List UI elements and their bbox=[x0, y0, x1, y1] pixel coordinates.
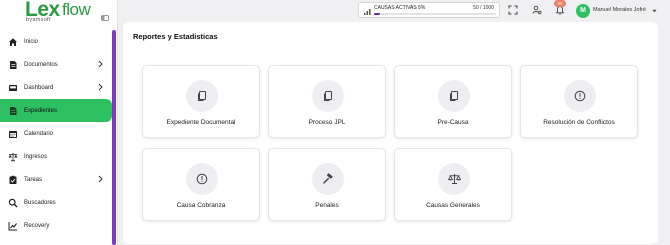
balance-scale-icon bbox=[8, 152, 18, 162]
sidebar-item-label: Recovery bbox=[24, 222, 50, 229]
sidebar-item-label: Inicio bbox=[24, 38, 39, 45]
caret-down-icon[interactable] bbox=[652, 9, 657, 13]
report-card-causas-generales[interactable]: Causas Generales bbox=[394, 148, 512, 221]
notifications-badge: 99 bbox=[554, 0, 566, 7]
sidebar-item-label: Buscadores bbox=[24, 199, 56, 206]
sidebar-item-ingresos[interactable]: Ingresos bbox=[0, 145, 118, 168]
main-panel: Reportes y Estadisticas Expediente Docum… bbox=[123, 22, 658, 244]
chevron-right-icon bbox=[98, 83, 103, 91]
card-label: Pre-Causa bbox=[437, 119, 469, 126]
causas-progress-bar bbox=[374, 13, 496, 15]
causas-activas-widget: CAUSAS ACTIVAS 5% 50 / 1000 bbox=[358, 2, 500, 18]
search-icon bbox=[8, 198, 18, 208]
sidebar: Lex flow byamsoft Inicio Documentos Dash… bbox=[0, 0, 118, 245]
card-icon-circle bbox=[564, 80, 596, 112]
copy-icon bbox=[324, 91, 332, 101]
logo-flow-text: flow bbox=[62, 0, 91, 19]
card-label: Causas Generales bbox=[426, 202, 480, 209]
card-icon-circle bbox=[186, 80, 218, 112]
sidebar-item-label: Expedientes bbox=[24, 107, 58, 114]
chevron-right-icon bbox=[98, 175, 103, 183]
sidebar-item-buscadores[interactable]: Buscadores bbox=[0, 191, 118, 214]
fullscreen-icon[interactable] bbox=[508, 5, 518, 15]
causas-activas-count: 50 / 1000 bbox=[473, 5, 494, 11]
user-name[interactable]: Manuel Morales Jofré bbox=[593, 7, 646, 13]
gavel-icon bbox=[323, 173, 333, 184]
causas-progress-fill bbox=[374, 13, 381, 15]
card-icon-circle bbox=[312, 80, 344, 112]
causas-activas-label: CAUSAS ACTIVAS 5% bbox=[374, 5, 426, 11]
card-icon-circle bbox=[438, 80, 470, 112]
dashboard-icon bbox=[8, 83, 18, 93]
sidebar-item-inicio[interactable]: Inicio bbox=[0, 30, 118, 53]
chevron-right-icon bbox=[98, 60, 103, 68]
card-label: Resolución de Conflictos bbox=[543, 119, 615, 126]
sidebar-item-dashboard[interactable]: Dashboard bbox=[0, 76, 118, 99]
sidebar-toggle-icon[interactable] bbox=[101, 15, 109, 21]
document-icon bbox=[8, 60, 18, 70]
alert-circle-icon bbox=[574, 90, 586, 102]
avatar[interactable]: M bbox=[576, 4, 590, 18]
sidebar-item-documentos[interactable]: Documentos bbox=[0, 53, 118, 76]
card-label: Causa Cobranza bbox=[176, 202, 226, 209]
calendar-icon bbox=[8, 129, 18, 139]
report-card-resolucion-conflictos[interactable]: Resolución de Conflictos bbox=[520, 65, 638, 138]
copy-icon bbox=[450, 91, 458, 101]
sidebar-nav: Inicio Documentos Dashboard Expedientes bbox=[0, 30, 118, 237]
sidebar-scrollbar[interactable] bbox=[112, 30, 116, 245]
report-card-causa-cobranza[interactable]: Causa Cobranza bbox=[142, 148, 260, 221]
sidebar-item-tareas[interactable]: Tareas bbox=[0, 168, 118, 191]
report-card-pre-causa[interactable]: Pre-Causa bbox=[394, 65, 512, 138]
card-label: Penales bbox=[315, 202, 339, 209]
card-icon-circle bbox=[186, 163, 218, 195]
sidebar-item-calendario[interactable]: Calendario bbox=[0, 122, 118, 145]
report-card-expediente-documental[interactable]: Expediente Documental bbox=[142, 65, 260, 138]
sidebar-item-label: Documentos bbox=[24, 61, 58, 68]
sidebar-item-label: Calendario bbox=[24, 130, 54, 137]
sidebar-item-label: Ingresos bbox=[24, 153, 48, 160]
chart-line-icon bbox=[8, 221, 18, 231]
logo-subtitle: byamsoft bbox=[26, 17, 51, 23]
card-icon-circle bbox=[438, 163, 470, 195]
sidebar-item-label: Tareas bbox=[24, 176, 43, 183]
signal-bars-icon bbox=[364, 9, 371, 15]
sidebar-item-label: Dashboard bbox=[24, 84, 54, 91]
report-card-proceso-jpl[interactable]: Proceso JPL bbox=[268, 65, 386, 138]
card-label: Expediente Documental bbox=[166, 119, 236, 126]
sidebar-item-expedientes[interactable]: Expedientes bbox=[0, 99, 112, 122]
card-icon-circle bbox=[312, 163, 344, 195]
card-label: Proceso JPL bbox=[308, 119, 346, 126]
sidebar-item-recovery[interactable]: Recovery bbox=[0, 214, 118, 237]
user-settings-icon[interactable] bbox=[532, 5, 542, 15]
tasks-icon bbox=[8, 175, 18, 185]
balance-scale-icon bbox=[447, 174, 461, 184]
home-icon bbox=[8, 37, 18, 47]
page-title: Reportes y Estadisticas bbox=[133, 32, 218, 41]
report-card-penales[interactable]: Penales bbox=[268, 148, 386, 221]
folder-file-icon bbox=[8, 106, 18, 116]
alert-circle-icon bbox=[196, 173, 208, 185]
copy-icon bbox=[198, 91, 206, 101]
